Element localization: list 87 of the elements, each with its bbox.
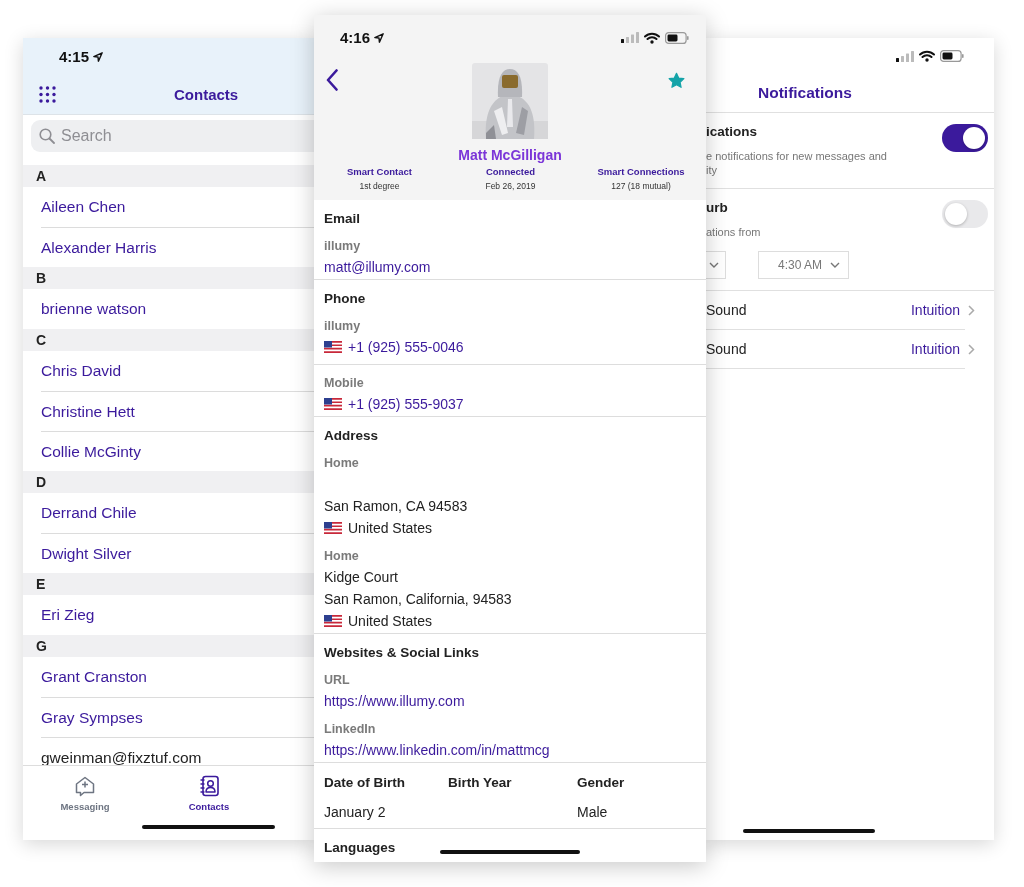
stat-label: Connected: [484, 165, 537, 179]
field-label: Birth Year: [448, 774, 513, 792]
chevron-right-icon: [968, 304, 975, 316]
contact-item[interactable]: brienne watson: [41, 289, 314, 329]
address-book-icon: [198, 774, 220, 797]
field-value: January 2: [324, 803, 387, 822]
search-icon: [39, 128, 55, 144]
entry-label: URL: [324, 672, 351, 689]
section-title: Languages: [324, 839, 396, 857]
setting-label: Sound: [706, 341, 748, 357]
section-header: A: [23, 165, 314, 187]
field-label: Date of Birth: [324, 774, 406, 792]
tab-item[interactable]: Messaging: [23, 766, 147, 820]
setting-label: urb: [706, 199, 729, 217]
address-line: San Ramon, California, 94583: [324, 590, 513, 609]
setting-description: ations from: [706, 225, 762, 239]
back-button[interactable]: [326, 69, 338, 91]
entry-label: Home: [324, 548, 360, 565]
section-title: Phone: [324, 290, 366, 308]
flag-icon: [324, 341, 342, 353]
signal-icon: [621, 32, 639, 43]
chevron-right-icon: [968, 343, 975, 355]
section-title: Address: [324, 427, 379, 445]
contact-item[interactable]: Derrand Chile: [41, 493, 314, 533]
contact-item[interactable]: Eri Zieg: [41, 595, 314, 635]
wifi-icon: [644, 31, 660, 44]
contact-item[interactable]: Grant Cranston: [41, 657, 314, 697]
country: United States: [348, 519, 433, 538]
section-header: G: [23, 635, 314, 657]
battery-icon: [665, 31, 689, 44]
contact-item[interactable]: Aileen Chen: [41, 187, 314, 227]
flag-icon: [324, 398, 342, 410]
section-title: Email: [324, 210, 361, 228]
setting-value: Intuition: [910, 341, 960, 357]
chevron-down-icon: [709, 262, 719, 268]
location-icon: [93, 51, 104, 62]
tab-item[interactable]: Contacts: [147, 766, 271, 820]
section-title: Websites & Social Links: [324, 644, 480, 662]
section-header: E: [23, 573, 314, 595]
stat-label: Smart Connections: [596, 165, 686, 179]
grid-menu-icon[interactable]: [39, 86, 56, 103]
entry-label: Mobile: [324, 375, 365, 392]
section-header: D: [23, 471, 314, 493]
contact-item[interactable]: Chris David: [41, 351, 314, 391]
back-icon: [326, 69, 338, 91]
entry-label: illumy: [324, 238, 362, 255]
link[interactable]: https://www.linkedin.com/in/mattmcg: [324, 739, 696, 761]
entry-label: Home: [324, 455, 360, 472]
entry-label: illumy: [324, 318, 362, 335]
section-header: B: [23, 267, 314, 289]
address-line: Kidge Court: [324, 568, 398, 587]
setting-label: Sound: [706, 302, 748, 318]
star-icon[interactable]: [668, 72, 685, 89]
field-label: Gender: [577, 774, 626, 792]
stat-value: 1st degree: [358, 180, 401, 193]
link[interactable]: https://www.illumy.com: [324, 690, 696, 712]
time-dropdown[interactable]: 4:30 AM: [758, 251, 849, 279]
flag-icon: [324, 522, 342, 534]
chevron-down-icon: [830, 262, 840, 268]
stat-label: Smart Contact: [346, 165, 413, 179]
screen-title: Contacts: [174, 86, 239, 103]
flag-icon: [324, 615, 342, 627]
status-time: 4:16: [340, 29, 371, 46]
chat-bubble-icon: [74, 774, 96, 797]
toggle-switch[interactable]: [942, 124, 988, 152]
setting-label: ications: [706, 123, 758, 141]
wifi-icon: [919, 50, 935, 62]
stat-value: 127 (18 mutual): [610, 180, 672, 193]
setting-description: e notifications for new messages and ity: [706, 149, 888, 177]
battery-icon: [940, 50, 964, 62]
phone-number[interactable]: +1 (925) 555-9037: [348, 393, 464, 415]
location-icon: [374, 32, 385, 43]
setting-value: Intuition: [910, 302, 960, 318]
address-line: San Ramon, CA 94583: [324, 497, 469, 516]
stat-value: Feb 26, 2019: [484, 180, 537, 193]
link[interactable]: matt@illumy.com: [324, 256, 696, 278]
contact-name: Matt McGilligan: [457, 146, 563, 165]
section-header: C: [23, 329, 314, 351]
entry-label: LinkedIn: [324, 721, 377, 738]
status-time: 4:15: [59, 48, 90, 65]
toggle-switch[interactable]: [942, 200, 988, 228]
field-value: Male: [577, 803, 609, 822]
screen-title: Notifications: [758, 84, 852, 102]
country: United States: [348, 612, 433, 631]
signal-icon: [896, 50, 914, 62]
phone-number[interactable]: +1 (925) 555-0046: [348, 336, 464, 358]
search-field[interactable]: Search: [31, 120, 314, 152]
